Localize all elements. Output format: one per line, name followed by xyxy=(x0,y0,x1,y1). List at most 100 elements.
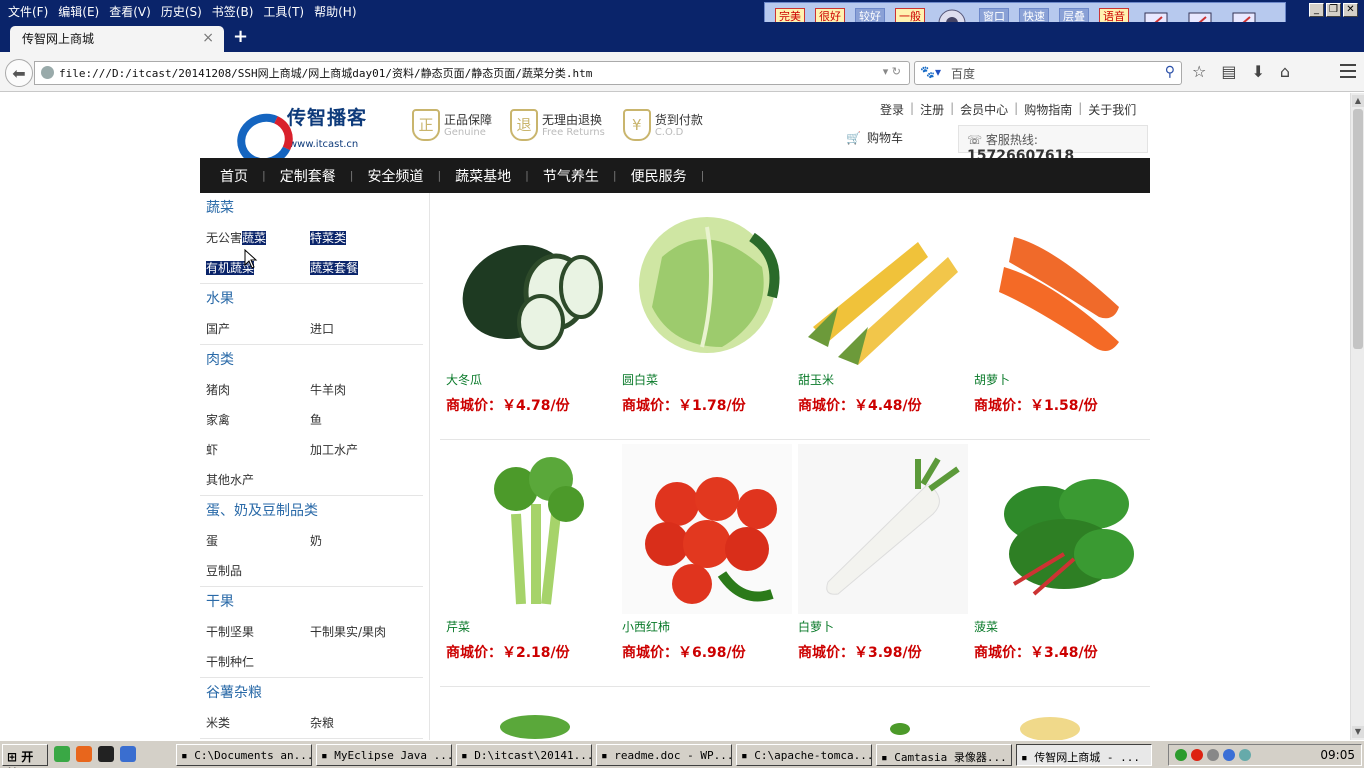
nav-item[interactable]: 安全频道 xyxy=(353,166,437,186)
download-icon[interactable]: ⬇ xyxy=(1251,62,1264,81)
tray-network-icon[interactable] xyxy=(1207,749,1219,761)
subcategory-item[interactable]: 鱼 xyxy=(310,405,414,435)
taskbar-button[interactable]: ▪ C:\Documents an... xyxy=(176,744,312,766)
tray-record-icon[interactable] xyxy=(1191,749,1203,761)
top-link[interactable]: 注册 xyxy=(914,101,950,118)
product-card[interactable]: 芹菜 商城价：￥2.18/份 xyxy=(446,444,616,662)
taskbar-button[interactable]: ▪ Camtasia 录像器... xyxy=(876,744,1012,766)
nav-item[interactable]: 首页 xyxy=(206,166,262,186)
product-name[interactable]: 小西红柿 xyxy=(622,618,792,636)
ie-icon[interactable] xyxy=(120,746,136,762)
restore-icon[interactable]: ❐ xyxy=(1326,3,1341,17)
address-bar[interactable]: file:///D:/itcast/20141208/SSH网上商城/网上商城d… xyxy=(34,61,910,85)
product-image[interactable] xyxy=(974,197,1144,367)
product-card[interactable]: 甜玉米 商城价：￥4.48/份 xyxy=(798,197,968,415)
close-icon[interactable]: ✕ xyxy=(1343,3,1358,17)
product-card[interactable]: 胡萝卜 商城价：￥1.58/份 xyxy=(974,197,1144,415)
top-link[interactable]: 关于我们 xyxy=(1082,101,1142,118)
qq-icon[interactable] xyxy=(98,746,114,762)
subcategory-item[interactable]: 加工水产 xyxy=(310,435,414,465)
product-name[interactable]: 胡萝卜 xyxy=(974,371,1144,389)
quick-launch-app-icon[interactable] xyxy=(54,746,70,762)
subcategory-item[interactable]: 国产 xyxy=(206,314,310,344)
product-image[interactable] xyxy=(622,444,792,614)
product-image[interactable] xyxy=(446,197,616,367)
product-image[interactable] xyxy=(798,197,968,367)
taskbar-button[interactable]: ▪ C:\apache-tomca... xyxy=(736,744,872,766)
taskbar-button[interactable]: ▪ D:\itcast\20141... xyxy=(456,744,592,766)
menu-item[interactable]: 帮助(H) xyxy=(312,3,364,20)
product-name[interactable]: 芹菜 xyxy=(446,618,616,636)
start-button[interactable]: ⊞ 开始 xyxy=(2,744,48,768)
scroll-down-icon[interactable]: ▼ xyxy=(1352,726,1364,738)
product-image[interactable] xyxy=(798,444,968,614)
product-card[interactable]: 大冬瓜 商城价：￥4.78/份 xyxy=(446,197,616,415)
subcategory-item[interactable]: 奶 xyxy=(310,526,414,556)
menu-item[interactable]: 书签(B) xyxy=(210,3,262,20)
subcategory-item[interactable]: 家禽 xyxy=(206,405,310,435)
tab-close-icon[interactable]: × xyxy=(202,30,214,46)
scroll-up-icon[interactable]: ▲ xyxy=(1352,95,1364,107)
subcategory-item[interactable]: 蔬菜套餐 xyxy=(310,253,414,283)
product-image[interactable] xyxy=(446,444,616,614)
product-card[interactable]: 圆白菜 商城价：￥1.78/份 xyxy=(622,197,792,415)
tray-volume-icon[interactable] xyxy=(1239,749,1251,761)
subcategory-item[interactable]: 其他水产 xyxy=(206,465,310,495)
menu-item[interactable]: 历史(S) xyxy=(159,3,210,20)
subcategory-item[interactable]: 蛋 xyxy=(206,526,310,556)
subcategory-item[interactable]: 虾 xyxy=(206,435,310,465)
cart-link[interactable]: 🛒 购物车 xyxy=(846,129,903,146)
product-name[interactable]: 白萝卜 xyxy=(798,618,968,636)
subcategory-item[interactable]: 有机蔬菜 xyxy=(206,253,310,283)
product-name[interactable]: 圆白菜 xyxy=(622,371,792,389)
menu-item[interactable]: 查看(V) xyxy=(107,3,159,20)
menu-icon[interactable] xyxy=(1340,64,1356,78)
bookmark-star-icon[interactable]: ☆ xyxy=(1192,62,1206,81)
category-title[interactable]: 干果 xyxy=(206,587,417,617)
subcategory-item[interactable]: 无公害蔬菜 xyxy=(206,223,310,253)
page-scrollbar[interactable]: ▲ ▼ xyxy=(1350,93,1364,740)
subcategory-item[interactable]: 牛羊肉 xyxy=(310,375,414,405)
home-icon[interactable]: ⌂ xyxy=(1280,62,1290,81)
product-image[interactable] xyxy=(974,444,1144,614)
subcategory-item[interactable]: 特菜类 xyxy=(310,223,414,253)
category-title[interactable]: 蛋、奶及豆制品类 xyxy=(206,496,417,526)
reload-icon[interactable]: ▾ ↻ xyxy=(883,65,901,78)
tab-active[interactable]: 传智网上商城 × xyxy=(10,26,224,52)
category-title[interactable]: 谷薯杂粮 xyxy=(206,678,417,708)
top-link[interactable]: 购物指南 xyxy=(1018,101,1078,118)
minimize-icon[interactable]: _ xyxy=(1309,3,1324,17)
product-name[interactable]: 菠菜 xyxy=(974,618,1144,636)
category-title[interactable]: 水果 xyxy=(206,284,417,314)
subcategory-item[interactable]: 进口 xyxy=(310,314,414,344)
menu-item[interactable]: 工具(T) xyxy=(261,3,312,20)
search-input[interactable]: 🐾▾ 百度 ⚲ xyxy=(914,61,1182,85)
category-title[interactable]: 肉类 xyxy=(206,345,417,375)
product-card[interactable]: 菠菜 商城价：￥3.48/份 xyxy=(974,444,1144,662)
subcategory-item[interactable]: 干制坚果 xyxy=(206,617,310,647)
bookmarks-list-icon[interactable]: ▤ xyxy=(1221,62,1236,81)
taskbar-button[interactable]: ▪ MyEclipse Java ... xyxy=(316,744,452,766)
subcategory-item[interactable]: 杂粮 xyxy=(310,708,414,738)
category-title[interactable]: 蔬菜 xyxy=(206,193,417,223)
search-icon[interactable]: ⚲ xyxy=(1165,64,1175,80)
site-logo[interactable]: 传智播客 www.itcast.cn xyxy=(235,103,393,160)
product-name[interactable]: 大冬瓜 xyxy=(446,371,616,389)
new-tab-button[interactable]: + xyxy=(233,26,248,47)
taskbar-button[interactable]: ▪ readme.doc - WP... xyxy=(596,744,732,766)
subcategory-item[interactable]: 米类 xyxy=(206,708,310,738)
subcategory-item[interactable]: 豆制品 xyxy=(206,556,310,586)
scroll-thumb[interactable] xyxy=(1353,109,1363,349)
nav-item[interactable]: 定制套餐 xyxy=(266,166,350,186)
product-name[interactable]: 甜玉米 xyxy=(798,371,968,389)
top-link[interactable]: 会员中心 xyxy=(954,101,1014,118)
subcategory-item[interactable]: 猪肉 xyxy=(206,375,310,405)
subcategory-item[interactable]: 干制果实/果肉 xyxy=(310,617,414,647)
top-link[interactable]: 登录 xyxy=(874,101,910,118)
nav-item[interactable]: 节气养生 xyxy=(529,166,613,186)
menu-item[interactable]: 文件(F) xyxy=(6,3,56,20)
product-card[interactable]: 白萝卜 商城价：￥3.98/份 xyxy=(798,444,968,662)
taskbar-button[interactable]: ▪ 传智网上商城 - ... xyxy=(1016,744,1152,766)
nav-item[interactable]: 便民服务 xyxy=(617,166,701,186)
product-card[interactable]: 小西红柿 商城价：￥6.98/份 xyxy=(622,444,792,662)
